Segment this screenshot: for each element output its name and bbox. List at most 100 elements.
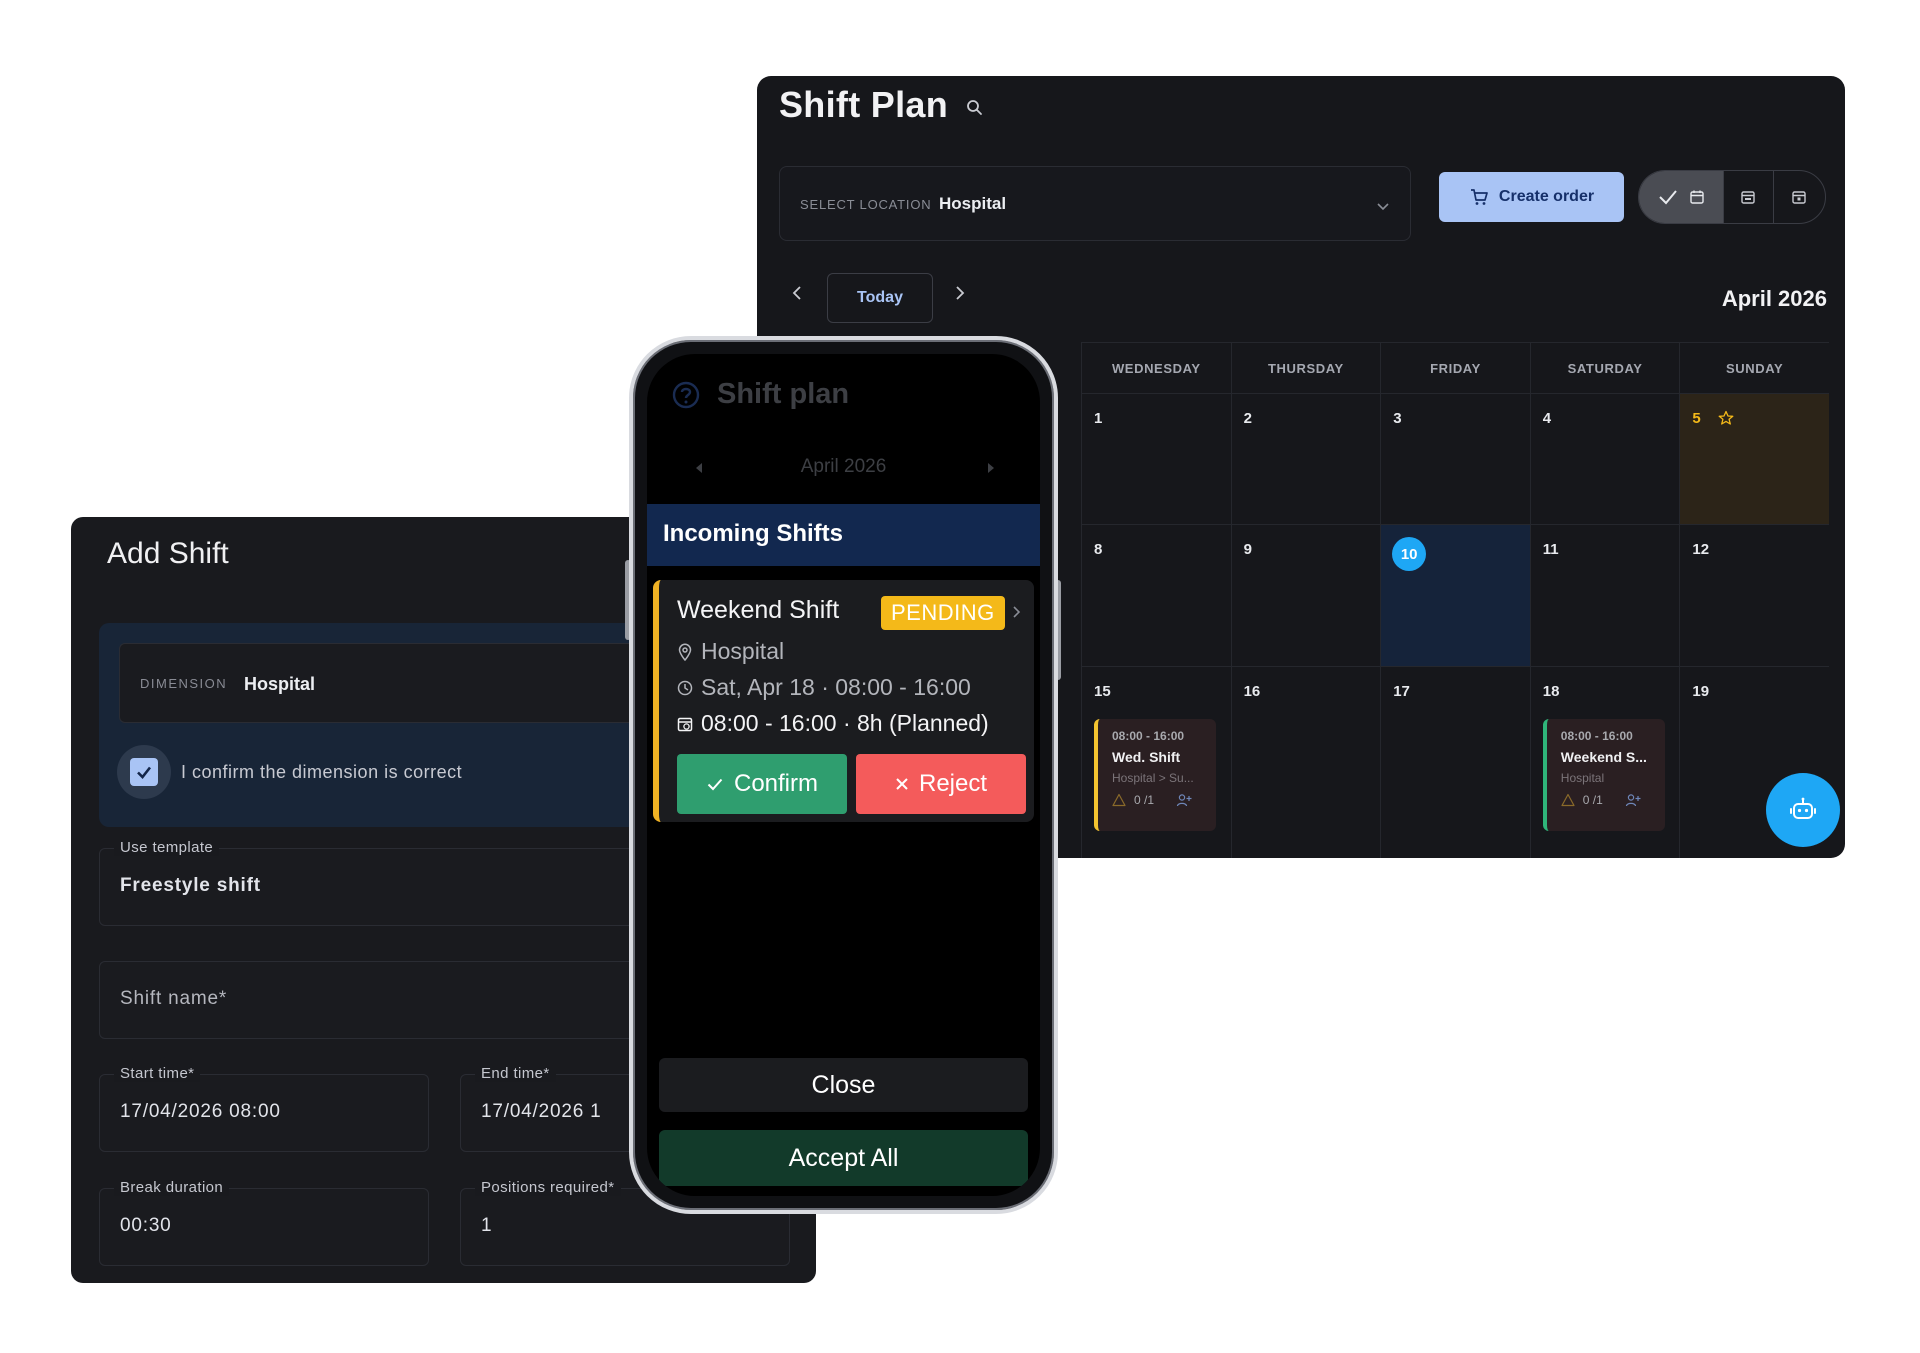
caret-right-icon[interactable] [985,461,997,475]
break-duration-field[interactable]: Break duration 00:30 [99,1179,429,1266]
shift-location-row: Hospital [677,638,784,665]
calendar-day-cell[interactable]: 11 [1529,525,1680,666]
weekday-header: FRIDAY [1380,343,1530,393]
incoming-shift-card[interactable]: Weekend Shift PENDING Hospital Sat, Apr … [653,580,1034,822]
clock-icon [677,680,693,696]
end-time-value: 17/04/2026 1 [481,1101,602,1122]
calendar-day-icon [1791,189,1807,205]
shift-count: 0 /1 [1134,793,1155,807]
next-month-button[interactable] [950,283,970,303]
shift-count: 0 /1 [1582,793,1603,807]
calendar-day-cell[interactable]: 12 [1679,525,1829,666]
help-icon[interactable] [671,380,701,410]
previous-month-button[interactable] [787,283,807,303]
day-number: 12 [1692,541,1710,558]
view-week-button[interactable] [1724,171,1774,223]
phone-mockup: Shift plan April 2026 Incoming Shifts We… [629,336,1058,1214]
day-number: 15 [1094,683,1111,700]
template-value: Freestyle shift [120,875,261,896]
dialog-title: Add Shift [107,537,229,570]
checkbox-checked [130,758,158,786]
location-select[interactable]: SELECT LOCATION Hospital [779,166,1411,241]
shift-planned: 08:00 - 16:00 · 8h (Planned) [701,710,989,736]
month-label: April 2026 [1721,286,1827,311]
calendar-day-cell[interactable]: 15 08:00 - 16:00 Wed. Shift Hospital > S… [1081,667,1231,858]
start-time-value: 17/04/2026 08:00 [120,1101,281,1122]
cart-icon [1469,187,1489,207]
shift-planned-row: 08:00 - 16:00 · 8h (Planned) [677,710,989,737]
shift-card[interactable]: 08:00 - 16:00 Weekend S... Hospital 0 /1 [1542,719,1665,831]
chevron-right-icon[interactable] [1010,605,1022,619]
location-select-value: Hospital [939,194,1007,213]
calendar-week-row: 8 9 10 11 12 [1081,525,1829,667]
shift-card[interactable]: 08:00 - 16:00 Wed. Shift Hospital > Su..… [1094,719,1216,831]
day-number: 11 [1542,541,1559,558]
weekday-header: THURSDAY [1230,343,1381,393]
search-icon[interactable] [965,98,985,118]
confirm-dimension-checkbox[interactable] [117,745,171,799]
assistant-fab-button[interactable] [1766,773,1840,847]
day-number: 3 [1393,410,1402,427]
accept-all-button[interactable]: Accept All [659,1130,1028,1186]
close-button[interactable]: Close [659,1058,1028,1112]
calendar-day-cell[interactable]: 18 08:00 - 16:00 Weekend S... Hospital 0… [1529,667,1680,858]
shift-location: Hospital [701,638,785,664]
weekday-header: SUNDAY [1679,343,1829,393]
incoming-shifts-title: Incoming Shifts [663,520,843,547]
start-time-field[interactable]: Start time* 17/04/2026 08:00 [99,1065,429,1152]
day-number: 5 [1692,410,1701,427]
add-person-icon[interactable] [1176,793,1192,807]
confirm-label: Confirm [733,770,818,797]
today-button[interactable]: Today [827,273,933,323]
weekday-header: WEDNESDAY [1081,343,1231,393]
positions-required-label: Positions required* [475,1179,621,1196]
shift-name: Weekend S... [1560,749,1647,765]
shift-time: 08:00 - 16:00 [1560,729,1633,743]
calendar-day-cell[interactable]: 16 [1230,667,1381,858]
calendar-day-cell[interactable]: 17 [1380,667,1530,858]
shift-name: Weekend Shift [677,596,840,624]
page-title: Shift Plan [779,84,949,125]
warning-icon [1561,793,1575,807]
calendar-day-cell[interactable]: 3 [1380,394,1530,524]
shift-meta: 0 /1 [1561,793,1665,807]
shift-meta: 0 /1 [1112,793,1216,807]
end-time-label: End time* [475,1065,556,1082]
calendar-day-cell-holiday[interactable]: 5 [1679,394,1829,524]
today-badge: 10 [1392,537,1427,571]
template-label: Use template [114,839,220,856]
day-number: 17 [1393,683,1410,700]
day-number: 18 [1542,683,1560,700]
shift-time: 08:00 - 16:00 [1112,729,1185,743]
calendar-day-cell[interactable]: 2 [1230,394,1381,524]
calendar-day-cell[interactable]: 4 [1529,394,1680,524]
shift-name-placeholder: Shift name* [120,988,228,1009]
create-order-button[interactable]: Create order [1439,172,1624,222]
break-duration-label: Break duration [114,1179,230,1196]
confirm-button[interactable]: Confirm [677,754,847,814]
weekday-header: SATURDAY [1529,343,1680,393]
calendar-day-cell[interactable]: 9 [1230,525,1381,666]
warning-icon [1112,793,1126,807]
calendar-weekday-header: WEDNESDAY THURSDAY FRIDAY SATURDAY SUNDA… [1081,342,1829,394]
day-number: 9 [1243,541,1252,558]
view-day-button[interactable] [1774,171,1825,223]
reject-button[interactable]: Reject [856,754,1026,814]
confirm-dimension-label: I confirm the dimension is correct [181,762,463,782]
break-duration-value: 00:30 [120,1215,172,1236]
calendar-day-cell-today[interactable]: 10 [1380,525,1530,666]
close-icon [895,777,909,791]
shift-name: Wed. Shift [1112,749,1181,765]
location-pin-icon [677,643,693,661]
check-icon [1657,186,1679,208]
day-number: 16 [1243,683,1261,700]
shift-location: Hospital [1560,771,1605,785]
calendar-day-cell[interactable]: 8 [1081,525,1231,666]
dimension-label: DIMENSION [140,676,228,691]
calendar-week-row: 1 2 3 4 5 [1081,394,1829,525]
view-toggle-group [1638,170,1826,224]
calendar-day-cell[interactable]: 1 [1081,394,1231,524]
view-month-button[interactable] [1639,171,1725,223]
add-person-icon[interactable] [1625,793,1641,807]
dimension-value: Hospital [244,674,316,694]
